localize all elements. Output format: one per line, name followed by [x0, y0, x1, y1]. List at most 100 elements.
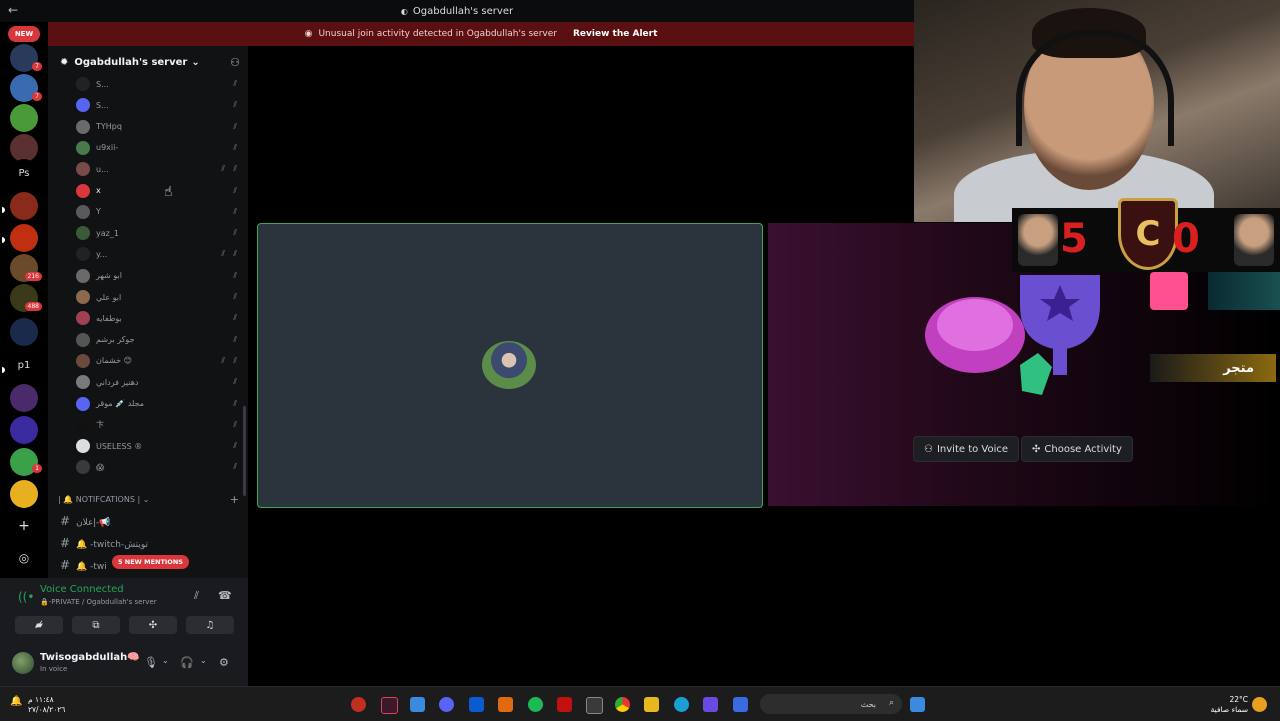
server-icon[interactable] [10, 318, 38, 346]
server-icon[interactable] [10, 134, 38, 162]
taskbar-search[interactable]: بحث ⌕ [760, 694, 902, 714]
voice-member[interactable]: USELESS ® ⫽ [76, 436, 241, 456]
server-icon[interactable] [10, 224, 38, 252]
deafened-icon: ⫽ [233, 292, 237, 301]
taskbar-app-icon[interactable] [381, 697, 398, 714]
voice-member[interactable]: ابو شهر ⫽ [76, 266, 241, 286]
voice-channel-path[interactable]: 🔒-PRIVATE / Ogabdullah's server [40, 598, 157, 606]
alert-message: Unusual join activity detected in Ogabdu… [318, 29, 557, 39]
voice-member[interactable]: y... ⫽ ⫽ [76, 244, 241, 264]
taskbar-weather[interactable]: 22°C سماء صافية [1206, 695, 1248, 715]
member-name: 卞 [96, 420, 104, 430]
voice-member[interactable]: S... ⫽ [76, 95, 241, 115]
avatar [76, 375, 90, 390]
server-icon[interactable] [10, 104, 38, 132]
voice-member[interactable]: خشمان 😊 ⫽ ⫽ [76, 351, 241, 371]
screen-share-button[interactable]: ⧉ [72, 616, 120, 634]
chevron-down-icon[interactable]: ⌄ [200, 656, 207, 665]
notification-icon[interactable]: 🔔 [10, 696, 22, 707]
voice-member[interactable]: بوطفايه ⫽ [76, 308, 241, 328]
add-channel-icon[interactable]: + [230, 493, 239, 506]
microphone-icon[interactable]: 🎙 [144, 656, 158, 669]
taskbar-app-icon[interactable] [557, 697, 572, 712]
gem-shape [937, 299, 1013, 351]
noise-suppression-icon[interactable]: ⫽ [194, 589, 199, 603]
invite-to-voice-button[interactable]: ⚇ Invite to Voice [913, 436, 1020, 462]
server-icon[interactable] [10, 192, 38, 220]
chrome-icon[interactable] [615, 697, 630, 712]
store-badge[interactable]: متجر [1150, 354, 1276, 382]
store-icon[interactable] [586, 697, 603, 714]
avatar[interactable] [12, 652, 34, 674]
category-notifications[interactable]: | 🔔 NOTIFCATIONS | ⌄ + [58, 493, 243, 506]
camera-button[interactable]: ▰̸ [15, 616, 63, 634]
channel-item[interactable]: # 🔔 -twi [60, 558, 107, 572]
gear-icon[interactable]: ⚙ [219, 656, 229, 669]
voice-member[interactable]: yaz_1 ⫽ [76, 223, 241, 243]
headphones-icon[interactable]: 🎧 [180, 656, 194, 669]
avatar [76, 268, 90, 283]
discover-icon[interactable]: ◎ [10, 544, 38, 572]
add-member-icon[interactable]: ⚇ [230, 56, 240, 69]
voice-status[interactable]: Voice Connected [40, 584, 124, 595]
search-label: بحث [860, 699, 876, 709]
edge-icon[interactable] [674, 697, 689, 712]
signal-icon[interactable]: ((• [18, 590, 34, 604]
server-icon-text[interactable]: p1 [10, 351, 38, 379]
voice-member[interactable]: جوكر برشم ⫽ [76, 330, 241, 350]
activity-button[interactable]: ✣ [129, 616, 177, 634]
deafened-icon: ⫽ [233, 334, 237, 344]
unread-indicator [2, 367, 5, 373]
taskbar-app-icon[interactable] [498, 697, 513, 712]
channel-item[interactable]: # 🔔 -twitch-تويتش [60, 536, 148, 550]
taskbar-app-icon[interactable] [703, 697, 718, 712]
voice-member[interactable]: u... ⫽ ⫽ [76, 159, 241, 179]
server-icon[interactable] [10, 416, 38, 444]
review-alert-button[interactable]: Review the Alert [573, 29, 657, 39]
voice-member[interactable]: 😱 ⫽ [76, 457, 241, 477]
server-icon-text[interactable]: Ps [10, 159, 38, 187]
start-icon[interactable] [910, 697, 925, 712]
member-name: دهنيز فرداني [96, 377, 139, 387]
choose-activity-button[interactable]: ✣ Choose Activity [1021, 436, 1133, 462]
voice-panel: ((• Voice Connected 🔒-PRIVATE / Ogabdull… [0, 578, 248, 686]
channel-item[interactable]: # إعلان-📢 [60, 514, 110, 528]
taskbar-app-icon[interactable] [469, 697, 484, 712]
voice-member[interactable]: TYHpq ⫽ [76, 117, 241, 137]
voice-member[interactable]: x ⫽ [76, 181, 241, 201]
spotify-icon[interactable] [528, 697, 543, 712]
username[interactable]: Twisogabdullah🧠 [40, 652, 140, 663]
server-icon[interactable] [10, 480, 38, 508]
add-server-icon[interactable]: + [10, 512, 38, 540]
avatar [76, 417, 90, 432]
file-explorer-icon[interactable] [644, 697, 659, 712]
hash-icon: # [60, 536, 71, 550]
member-name: yaz_1 [96, 228, 119, 238]
deafened-icon: ⫽ [233, 398, 237, 408]
voice-member[interactable]: مجلد 💉 موقر ⫽ [76, 394, 241, 414]
chevron-down-icon[interactable]: ⌄ [162, 656, 169, 665]
voice-member[interactable]: u9xii- ⫽ [76, 138, 241, 158]
invite-label: Invite to Voice [936, 443, 1009, 455]
taskbar-app-icon[interactable] [410, 697, 425, 712]
member-name: بوطفايه [96, 313, 122, 323]
voice-member[interactable]: S... ⫽ [76, 74, 241, 94]
new-mentions-pill[interactable]: 5 NEW MENTIONS [112, 555, 189, 569]
deafened-icon: ⫽ [233, 206, 237, 216]
discord-icon[interactable] [439, 697, 454, 712]
voice-member[interactable]: دهنيز فرداني ⫽ [76, 372, 241, 392]
voice-member[interactable]: Y ⫽ [76, 202, 241, 222]
member-name: x [96, 186, 101, 195]
taskbar-app-icon[interactable] [351, 697, 366, 712]
taskbar-app-icon[interactable] [733, 697, 748, 712]
server-icon[interactable] [10, 384, 38, 412]
taskbar-clock[interactable]: ١١:٤٨ م ٢٧/٠٨/٢٠٢٦ [28, 695, 65, 715]
new-badge[interactable]: NEW [8, 26, 40, 42]
voice-member[interactable]: 卞 ⫽ [76, 415, 241, 435]
sidebar-scrollbar[interactable] [243, 406, 246, 496]
back-arrow-icon[interactable]: ← [8, 3, 18, 17]
disconnect-icon[interactable]: ☎ [218, 589, 232, 602]
voice-member[interactable]: ابو علي ⫽ [76, 287, 241, 307]
soundboard-button[interactable]: ♫ [186, 616, 234, 634]
deafened-icon: ⫽ [233, 228, 237, 238]
